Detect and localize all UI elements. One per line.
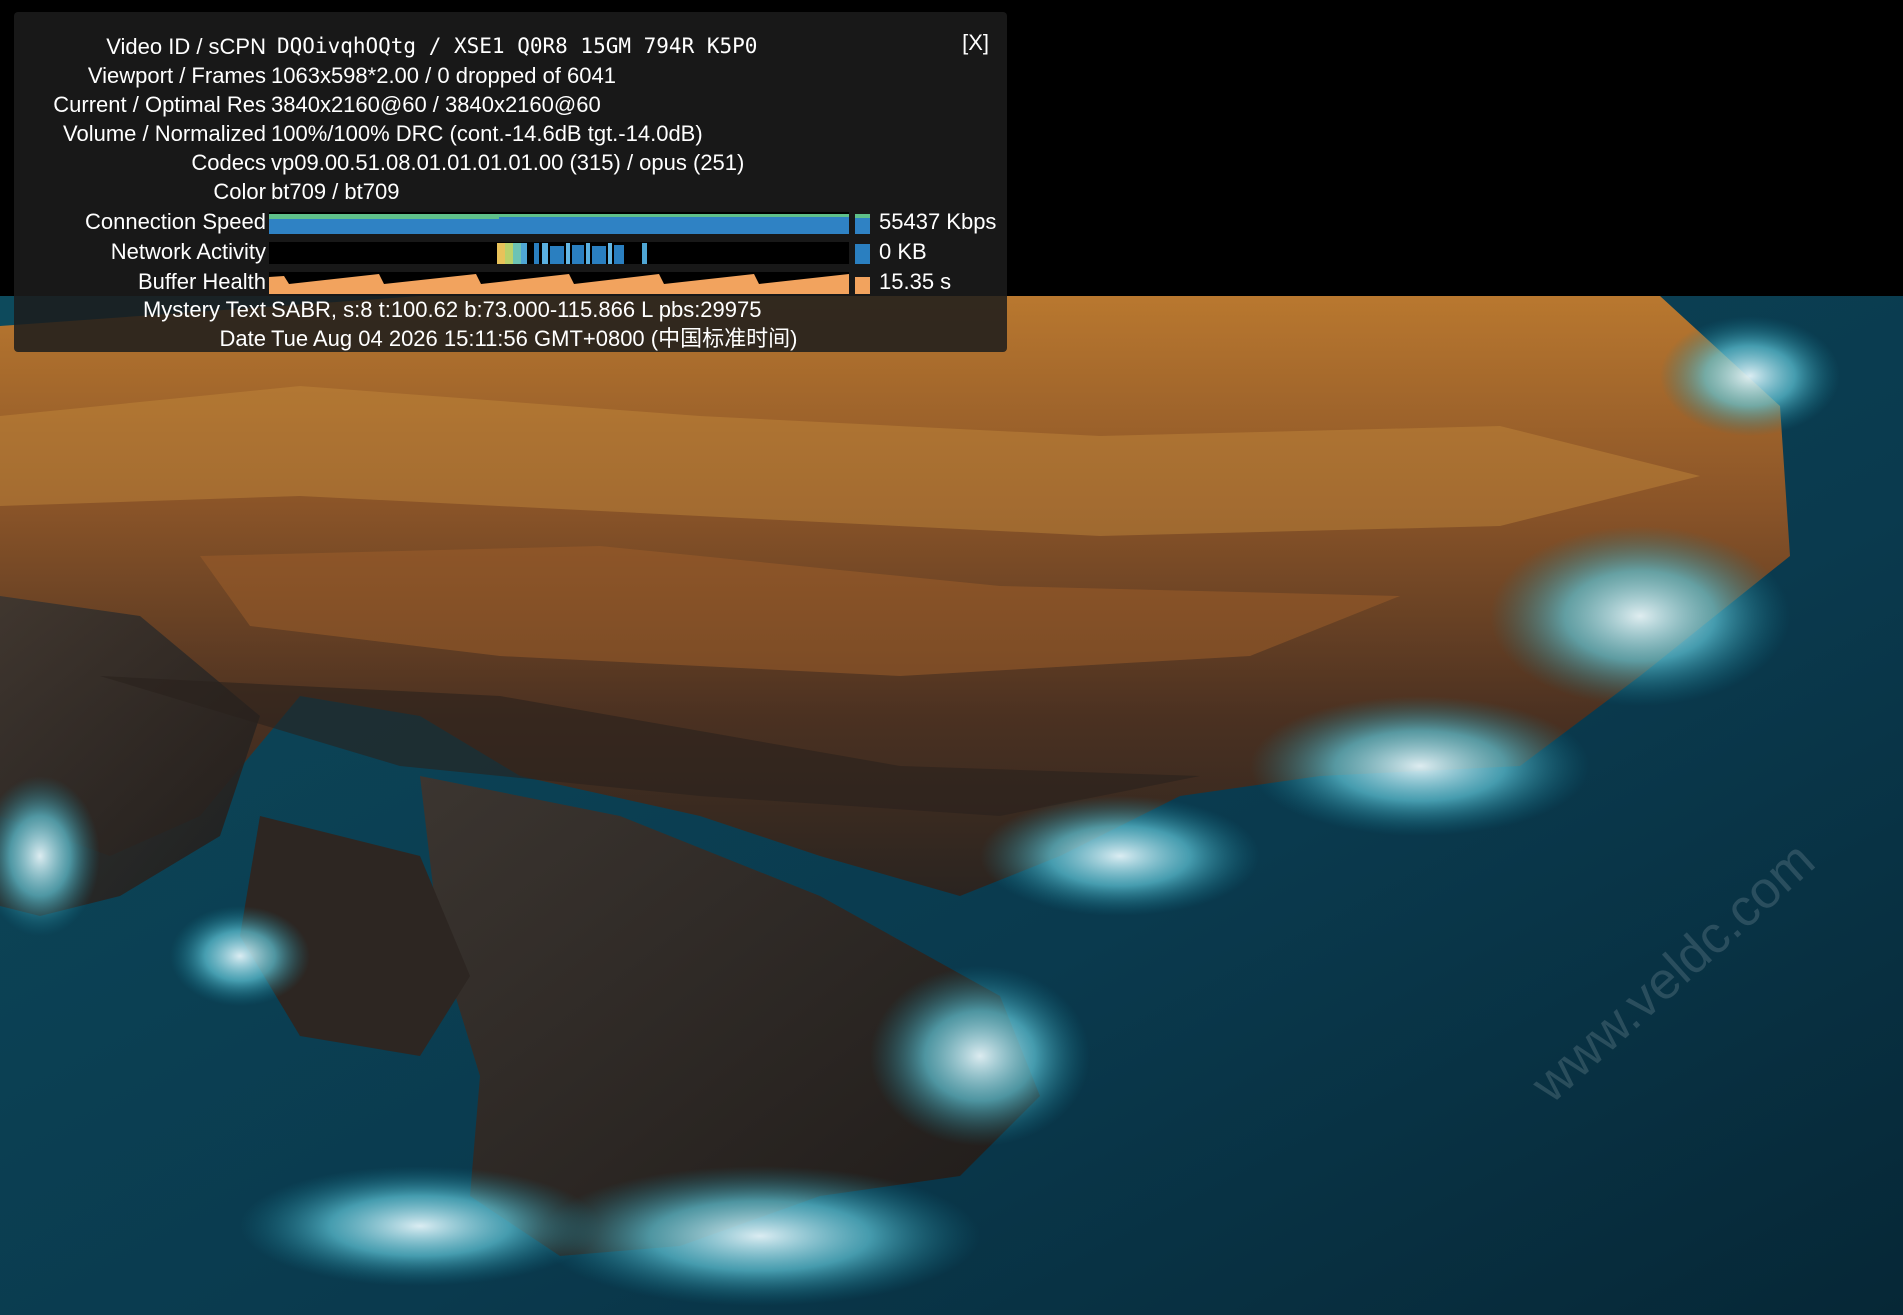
stats-value: 3840x2160@60 / 3840x2160@60 (271, 92, 601, 117)
video-player[interactable]: www.veldc.com [X] Video ID / sCPN DQOivq… (0, 0, 1903, 1315)
stats-row-volume: Volume / Normalized 100%/100% DRC (cont.… (14, 119, 1007, 148)
network-activity-value: 0 KB (879, 239, 927, 264)
stats-label: Viewport / Frames (87, 63, 266, 88)
stats-row-resolution: Current / Optimal Res 3840x2160@60 / 384… (14, 90, 1007, 119)
network-activity-graph (269, 242, 849, 264)
stats-label: Network Activity (110, 239, 266, 264)
stats-label: Codecs (191, 150, 266, 175)
connection-speed-graph (269, 212, 849, 234)
stats-row-mystery-text: Mystery Text SABR, s:8 t:100.62 b:73.000… (14, 295, 1007, 324)
stats-value: 1063x598*2.00 / 0 dropped of 6041 (271, 63, 616, 88)
connection-speed-current-bar (855, 214, 870, 234)
stats-row-connection-speed: Connection Speed 55437 Kbps (14, 207, 1007, 236)
video-frame-coastal-cliffs[interactable] (0, 296, 1903, 1315)
stats-label: Current / Optimal Res (53, 92, 266, 117)
stats-row-buffer-health: Buffer Health 15.35 s (14, 267, 1007, 296)
stats-label: Color (213, 179, 266, 204)
buffer-health-graph (269, 272, 849, 294)
stats-label: Buffer Health (137, 269, 266, 294)
stats-row-codecs: Codecs vp09.00.51.08.01.01.01.01.00 (315… (14, 148, 1007, 177)
stats-for-nerds-panel: [X] Video ID / sCPN DQOivqhOQtg / XSE1 Q… (14, 12, 1007, 352)
stats-label: Volume / Normalized (63, 121, 266, 146)
stats-label: Date (219, 326, 266, 351)
stats-row-viewport: Viewport / Frames 1063x598*2.00 / 0 drop… (14, 61, 1007, 90)
network-activity-current-bar (855, 244, 870, 264)
buffer-health-value: 15.35 s (879, 269, 952, 294)
stats-row-date: Date Tue Aug 04 2026 15:11:56 GMT+0800 (… (14, 324, 1007, 353)
stats-value: SABR, s:8 t:100.62 b:73.000-115.866 L pb… (271, 297, 762, 322)
connection-speed-value: 55437 Kbps (879, 209, 997, 234)
stats-value: Tue Aug 04 2026 15:11:56 GMT+0800 (中国标准时… (271, 326, 798, 351)
stats-value: bt709 / bt709 (271, 179, 400, 204)
stats-row-color: Color bt709 / bt709 (14, 177, 1007, 206)
stats-row-video-id: Video ID / sCPN DQOivqhOQtg / XSE1 Q0R8 … (14, 32, 1007, 61)
buffer-health-current-bar (855, 277, 870, 294)
stats-label: Video ID / sCPN (106, 34, 266, 59)
stats-row-network-activity: Network Activity 0 KB (14, 237, 1007, 266)
stats-label: Connection Speed (84, 209, 266, 234)
stats-value: vp09.00.51.08.01.01.01.01.00 (315) / opu… (271, 150, 745, 175)
stats-value: DQOivqhOQtg / XSE1 Q0R8 15GM 794R K5P0 (277, 34, 758, 58)
stats-value: 100%/100% DRC (cont.-14.6dB tgt.-14.0dB) (271, 121, 703, 146)
stats-label: Mystery Text (142, 297, 266, 322)
